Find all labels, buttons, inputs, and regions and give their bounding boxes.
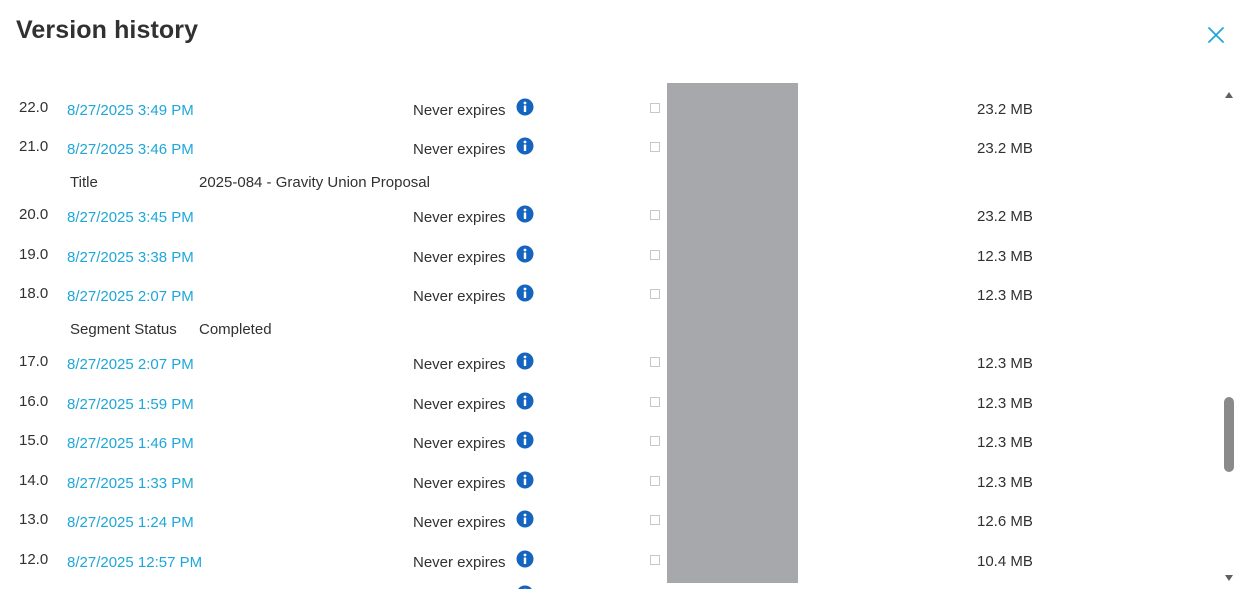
expiration-text: Never expires (413, 141, 506, 158)
info-icon[interactable] (516, 431, 534, 449)
scroll-up-arrow-icon[interactable] (1224, 90, 1234, 100)
file-size: 12.3 MB (977, 287, 1033, 304)
info-icon[interactable] (516, 137, 534, 155)
version-checkbox[interactable] (650, 250, 660, 260)
scroll-down-arrow-icon[interactable] (1224, 573, 1234, 583)
version-number: 18.0 (19, 285, 49, 302)
info-icon[interactable] (516, 98, 534, 116)
close-button[interactable] (1203, 22, 1229, 48)
info-icon[interactable] (516, 205, 534, 223)
version-checkbox[interactable] (650, 210, 660, 220)
version-row: 19.0 8/27/2025 3:38 PM Never expires 12.… (0, 240, 1220, 270)
file-size: 12.3 MB (977, 434, 1033, 451)
version-date-link[interactable]: 8/27/2025 3:38 PM (67, 249, 194, 266)
version-date-link[interactable]: 8/27/2025 12:57 PM (67, 554, 202, 571)
expiration-text: Never expires (413, 102, 506, 119)
info-icon[interactable] (516, 550, 534, 568)
version-date-link[interactable]: 8/27/2025 2:07 PM (67, 356, 194, 373)
expiration-text: Never expires (413, 554, 506, 571)
file-size: 10.4 MB (977, 553, 1033, 570)
version-row: 12.0 8/27/2025 12:57 PM Never expires 10… (0, 545, 1220, 575)
expiration-text: Never expires (413, 475, 506, 492)
metadata-value: 2025-084 - Gravity Union Proposal (199, 174, 430, 191)
version-date-link[interactable]: 8/27/2025 1:24 PM (67, 514, 194, 531)
info-icon[interactable] (516, 352, 534, 370)
version-row: 17.0 8/27/2025 2:07 PM Never expires 12.… (0, 347, 1220, 377)
version-checkbox[interactable] (650, 103, 660, 113)
version-checkbox[interactable] (650, 515, 660, 525)
metadata-change-row: Segment Status Completed (0, 321, 1220, 345)
version-checkbox[interactable] (650, 357, 660, 367)
version-date-link[interactable]: 8/27/2025 1:33 PM (67, 475, 194, 492)
file-size: 23.2 MB (977, 101, 1033, 118)
version-number: 17.0 (19, 353, 49, 370)
file-size: 12.3 MB (977, 248, 1033, 265)
expiration-text: Never expires (413, 249, 506, 266)
version-row: 15.0 8/27/2025 1:46 PM Never expires 12.… (0, 426, 1220, 456)
metadata-change-row: Title 2025-084 - Gravity Union Proposal (0, 174, 1220, 198)
version-number: 22.0 (19, 99, 49, 116)
info-icon[interactable] (516, 284, 534, 302)
version-date-link[interactable]: 8/27/2025 3:49 PM (67, 102, 194, 119)
version-row: 14.0 8/27/2025 1:33 PM Never expires 12.… (0, 466, 1220, 496)
version-checkbox[interactable] (650, 397, 660, 407)
info-icon[interactable] (516, 510, 534, 528)
metadata-label: Title (70, 174, 98, 191)
version-row: 22.0 8/27/2025 3:49 PM Never expires 23.… (0, 93, 1220, 123)
version-number: 21.0 (19, 138, 49, 155)
version-row: 20.0 8/27/2025 3:45 PM Never expires 23.… (0, 200, 1220, 230)
info-icon[interactable] (516, 585, 534, 589)
version-checkbox[interactable] (650, 289, 660, 299)
expiration-text: Never expires (413, 435, 506, 452)
expiration-text: Never expires (413, 288, 506, 305)
version-list: 22.0 8/27/2025 3:49 PM Never expires 23.… (0, 83, 1240, 589)
scrollbar[interactable] (1222, 85, 1234, 590)
version-row: 13.0 8/27/2025 1:24 PM Never expires 12.… (0, 505, 1220, 535)
info-icon[interactable] (516, 392, 534, 410)
version-row: 16.0 8/27/2025 1:59 PM Never expires 12.… (0, 387, 1220, 417)
file-size: 12.3 MB (977, 355, 1033, 372)
version-row: 18.0 8/27/2025 2:07 PM Never expires 12.… (0, 279, 1220, 309)
close-icon (1208, 27, 1224, 43)
version-checkbox[interactable] (650, 476, 660, 486)
scrollbar-thumb[interactable] (1224, 397, 1234, 472)
file-size: 12.3 MB (977, 474, 1033, 491)
expiration-text: Never expires (413, 356, 506, 373)
version-checkbox[interactable] (650, 142, 660, 152)
file-size: 23.2 MB (977, 208, 1033, 225)
file-size: 12.6 MB (977, 513, 1033, 530)
version-date-link[interactable]: 8/27/2025 3:46 PM (67, 141, 194, 158)
info-icon[interactable] (516, 471, 534, 489)
file-size: 12.3 MB (977, 395, 1033, 412)
version-date-link[interactable]: 8/27/2025 3:45 PM (67, 209, 194, 226)
expiration-text: Never expires (413, 209, 506, 226)
version-checkbox[interactable] (650, 555, 660, 565)
version-number: 15.0 (19, 432, 49, 449)
version-number: 14.0 (19, 472, 49, 489)
version-date-link[interactable]: 8/27/2025 2:07 PM (67, 288, 194, 305)
version-date-link[interactable]: 8/27/2025 1:46 PM (67, 435, 194, 452)
dialog-title: Version history (16, 16, 199, 44)
version-number: 19.0 (19, 246, 49, 263)
expiration-text: Never expires (413, 514, 506, 531)
version-row: 21.0 8/27/2025 3:46 PM Never expires 23.… (0, 132, 1220, 162)
version-number: 12.0 (19, 551, 49, 568)
file-size: 23.2 MB (977, 140, 1033, 157)
info-icon[interactable] (516, 245, 534, 263)
version-number: 20.0 (19, 206, 49, 223)
version-number: 16.0 (19, 393, 49, 410)
version-checkbox[interactable] (650, 436, 660, 446)
version-number: 13.0 (19, 511, 49, 528)
expiration-text: Never expires (413, 396, 506, 413)
version-date-link[interactable]: 8/27/2025 1:59 PM (67, 396, 194, 413)
metadata-label: Segment Status (70, 321, 177, 338)
metadata-value: Completed (199, 321, 272, 338)
